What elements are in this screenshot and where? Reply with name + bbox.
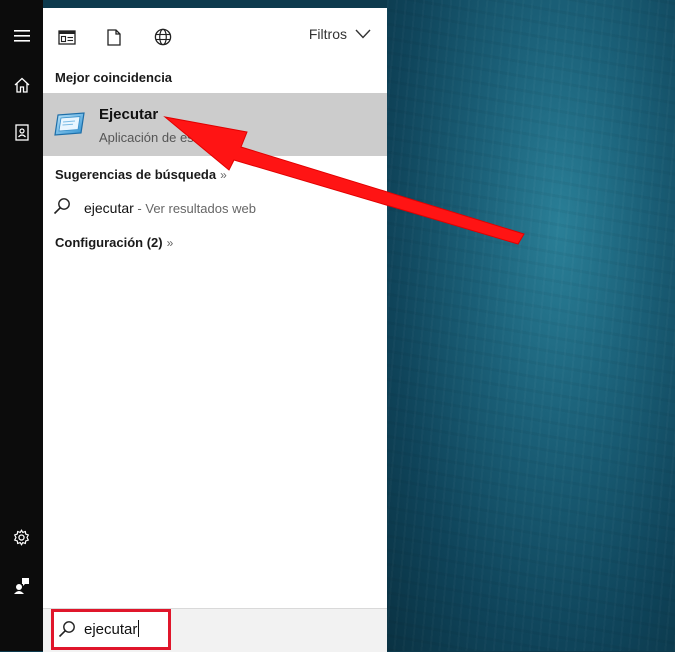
feedback-icon[interactable] [0,567,43,603]
search-results-panel: Filtros Mejor coincidencia Ejecutar Apli… [43,8,387,652]
best-match-heading: Mejor coincidencia [55,70,173,85]
text-caret [138,620,140,637]
notebook-icon[interactable] [0,114,43,150]
filters-dropdown[interactable]: Filtros [309,26,371,42]
settings-label: Configuración (2) [55,235,163,250]
search-scope-bar: Filtros [43,8,387,64]
settings-chevron: » [166,236,174,250]
suggestion-query: ejecutar [84,200,134,216]
search-suggestions-label: Sugerencias de búsqueda [55,167,217,182]
web-icon[interactable] [150,24,176,50]
hamburger-menu-icon[interactable] [0,18,43,54]
gear-icon[interactable] [0,519,43,555]
settings-heading[interactable]: Configuración (2)» [55,235,173,250]
documents-icon[interactable] [101,24,127,50]
search-input-value: ejecutar [84,621,138,638]
search-icon [58,620,76,643]
desktop-background [387,0,675,651]
apps-icon[interactable] [54,24,80,50]
run-app-icon [53,110,87,138]
suggestions-chevron: » [220,168,227,182]
home-icon[interactable] [0,67,43,103]
search-suggestions-heading[interactable]: Sugerencias de búsqueda» [55,167,227,182]
search-input[interactable]: ejecutar [51,609,171,650]
search-bar: ejecutar [43,608,387,652]
best-match-subtitle: Aplicación de es [99,130,194,145]
suggestion-suffix: - Ver resultados web [133,201,256,216]
filters-label: Filtros [308,26,347,42]
best-match-item[interactable]: Ejecutar Aplicación de es [43,93,387,156]
chevron-down-icon [355,29,371,39]
start-rail [0,0,43,651]
web-suggestion-item[interactable]: ejecutar - Ver resultados web [43,192,387,222]
search-icon [53,197,71,220]
best-match-title: Ejecutar [99,106,159,123]
